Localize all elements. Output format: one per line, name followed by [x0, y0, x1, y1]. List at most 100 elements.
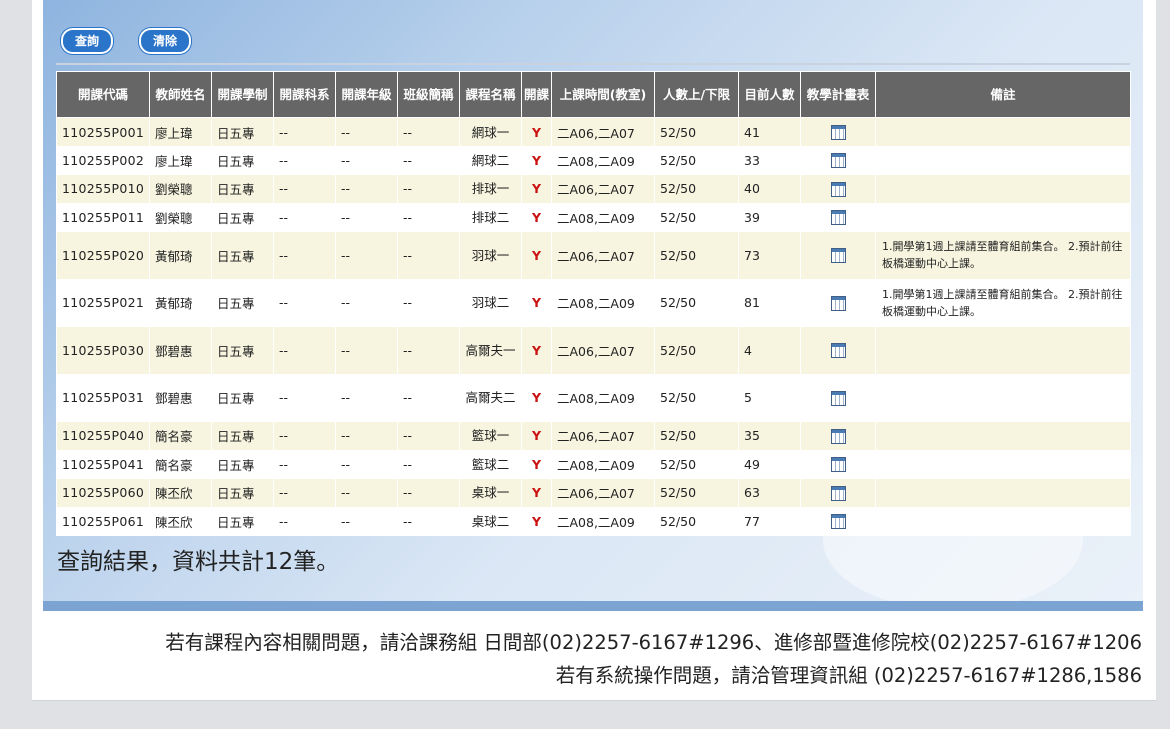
dept-cell: --: [273, 421, 336, 450]
course-name-cell: 高爾夫一: [459, 326, 522, 374]
table-row: 110255P061 陳丕欣 日五專 -- -- -- 桌球二 Y 二A08,二A09 52/50…: [56, 507, 1131, 536]
note-cell: 1.開學第1週上課請至體育組前集合。 2.預計前往板橋運動中心上課。: [875, 231, 1131, 279]
time-cell: 二A08,二A09: [551, 374, 655, 422]
teacher-cell: 黃郁琦: [149, 231, 212, 279]
calendar-icon[interactable]: [830, 457, 846, 473]
dept-cell: --: [273, 117, 336, 146]
time-cell: 二A08,二A09: [551, 279, 655, 327]
grade-cell: --: [335, 326, 398, 374]
dept-cell: --: [273, 374, 336, 422]
table-row: 110255P002 廖上瑋 日五專 -- -- -- 網球二 Y 二A08,二A09 52/50…: [56, 146, 1131, 175]
limit-cell: 52/50: [654, 203, 739, 232]
calendar-icon[interactable]: [830, 248, 846, 264]
course-code-cell: 110255P041: [56, 450, 150, 479]
calendar-icon[interactable]: [830, 343, 846, 359]
table-row: 110255P020 黃郁琦 日五專 -- -- -- 羽球一 Y 二A06,二A07 52/50…: [56, 231, 1131, 279]
calendar-icon[interactable]: [830, 210, 846, 226]
dept-cell: --: [273, 174, 336, 203]
column-header: 備註: [875, 71, 1131, 118]
plan-cell: [800, 117, 876, 146]
dept-cell: --: [273, 279, 336, 327]
time-cell: 二A08,二A09: [551, 507, 655, 536]
time-cell: 二A06,二A07: [551, 421, 655, 450]
teacher-cell: 劉榮聰: [149, 174, 212, 203]
course-name-cell: 籃球二: [459, 450, 522, 479]
limit-cell: 52/50: [654, 117, 739, 146]
grade-cell: --: [335, 231, 398, 279]
grade-cell: --: [335, 478, 398, 507]
system-cell: 日五專: [211, 203, 274, 232]
contact-course-info: 若有課程內容相關問題，請洽課務組 日間部(02)2257-6167#1296、進…: [165, 631, 1142, 654]
calendar-icon[interactable]: [830, 428, 846, 444]
teacher-cell: 陳丕欣: [149, 478, 212, 507]
table-row: 110255P010 劉榮聰 日五專 -- -- -- 排球一 Y 二A06,二A07 52/50…: [56, 174, 1131, 203]
limit-cell: 52/50: [654, 421, 739, 450]
open-mark-cell: Y: [521, 146, 552, 175]
system-cell: 日五專: [211, 450, 274, 479]
class-cell: --: [397, 450, 460, 479]
course-code-cell: 110255P031: [56, 374, 150, 422]
calendar-icon[interactable]: [830, 125, 846, 140]
count-cell: 41: [738, 117, 801, 146]
system-cell: 日五專: [211, 478, 274, 507]
note-cell: [875, 146, 1131, 175]
open-mark-cell: Y: [521, 231, 552, 279]
footer-bar: [43, 601, 1143, 611]
plan-cell: [800, 174, 876, 203]
time-cell: 二A06,二A07: [551, 231, 655, 279]
grade-cell: --: [335, 117, 398, 146]
plan-cell: [800, 231, 876, 279]
course-name-cell: 高爾夫二: [459, 374, 522, 422]
teacher-cell: 劉榮聰: [149, 203, 212, 232]
query-button[interactable]: 查詢: [61, 28, 114, 54]
column-header: 開課代碼: [56, 71, 150, 118]
open-mark-cell: Y: [521, 478, 552, 507]
column-header: 上課時間(教室): [551, 71, 655, 118]
calendar-icon[interactable]: [830, 390, 846, 406]
limit-cell: 52/50: [654, 231, 739, 279]
contact-system-info: 若有系統操作問題，請洽管理資訊組 (02)2257-6167#1286,1586: [555, 664, 1142, 687]
column-header: 人數上/下限: [654, 71, 739, 118]
open-mark-cell: Y: [521, 174, 552, 203]
note-cell: [875, 421, 1131, 450]
column-header: 教師姓名: [149, 71, 212, 118]
time-cell: 二A06,二A07: [551, 326, 655, 374]
course-code-cell: 110255P021: [56, 279, 150, 327]
count-cell: 73: [738, 231, 801, 279]
plan-cell: [800, 478, 876, 507]
calendar-icon[interactable]: [830, 181, 846, 197]
course-name-cell: 排球一: [459, 174, 522, 203]
calendar-icon[interactable]: [830, 295, 846, 311]
teacher-cell: 黃郁琦: [149, 279, 212, 327]
course-code-cell: 110255P002: [56, 146, 150, 175]
count-cell: 77: [738, 507, 801, 536]
calendar-icon[interactable]: [830, 485, 846, 501]
plan-cell: [800, 507, 876, 536]
time-cell: 二A06,二A07: [551, 478, 655, 507]
class-cell: --: [397, 203, 460, 232]
open-mark-cell: Y: [521, 117, 552, 146]
plan-cell: [800, 279, 876, 327]
course-code-cell: 110255P061: [56, 507, 150, 536]
calendar-icon[interactable]: [830, 153, 846, 169]
course-code-cell: 110255P040: [56, 421, 150, 450]
table-row: 110255P021 黃郁琦 日五專 -- -- -- 羽球二 Y 二A08,二A09 52/50…: [56, 279, 1131, 327]
teacher-cell: 廖上瑋: [149, 146, 212, 175]
time-cell: 二A08,二A09: [551, 450, 655, 479]
column-header: 開課年級: [335, 71, 398, 118]
calendar-icon[interactable]: [830, 514, 846, 530]
course-code-cell: 110255P010: [56, 174, 150, 203]
system-cell: 日五專: [211, 174, 274, 203]
course-code-cell: 110255P030: [56, 326, 150, 374]
time-cell: 二A08,二A09: [551, 146, 655, 175]
table-header-row: 開課代碼 教師姓名 開課學制 開課科系 開課年級 班級簡稱 課程名稱 開課 上課時間(教室) 人數…: [56, 71, 1131, 118]
system-cell: 日五專: [211, 374, 274, 422]
course-name-cell: 籃球一: [459, 421, 522, 450]
system-cell: 日五專: [211, 507, 274, 536]
class-cell: --: [397, 374, 460, 422]
table-row: 110255P030 鄧碧惠 日五專 -- -- -- 高爾夫一 Y 二A06,二A07 52/5…: [56, 326, 1131, 374]
course-code-cell: 110255P001: [56, 117, 150, 146]
clear-button[interactable]: 清除: [139, 28, 192, 54]
limit-cell: 52/50: [654, 478, 739, 507]
limit-cell: 52/50: [654, 326, 739, 374]
